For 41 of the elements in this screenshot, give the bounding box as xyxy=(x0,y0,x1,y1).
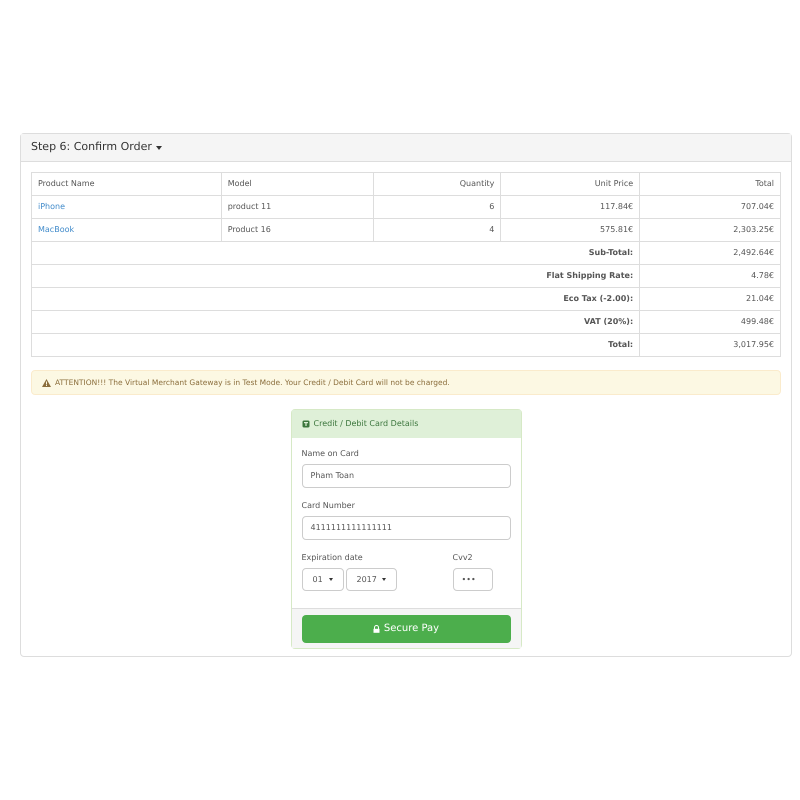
caret-icon xyxy=(156,146,162,150)
total-value: 499.48€ xyxy=(640,310,780,334)
column-header: Model xyxy=(221,172,373,196)
table-cell: Product 16 xyxy=(221,218,373,242)
field-label: Card Number xyxy=(302,500,356,512)
field-label: Name on Card xyxy=(302,448,360,460)
column-header: Unit Price xyxy=(500,172,640,196)
total-value: 2,492.64€ xyxy=(640,242,780,264)
total-value: 4.78€ xyxy=(640,264,780,288)
year-select[interactable]: 2017 xyxy=(346,568,396,591)
table-cell: 117.84€ xyxy=(500,196,640,218)
table-cell: 707.04€ xyxy=(640,196,780,218)
total-label: VAT (20%): xyxy=(32,310,640,334)
name-input[interactable]: Pham Toan xyxy=(302,464,510,488)
total-value: 3,017.95€ xyxy=(640,334,780,356)
field-label: Cvv2 xyxy=(452,552,474,564)
column-header: Product Name xyxy=(32,172,222,196)
total-label: Flat Shipping Rate: xyxy=(32,264,640,288)
card-panel-title: Credit / Debit Card Details xyxy=(314,418,418,430)
total-label: Eco Tax (-2.00): xyxy=(32,288,640,310)
total-value: 21.04€ xyxy=(640,288,780,310)
panel-title: Step 6: Confirm Order xyxy=(31,139,152,156)
column-header: Quantity xyxy=(373,172,501,196)
month-select[interactable]: 01 xyxy=(302,568,344,591)
product-link[interactable]: iPhone xyxy=(38,202,66,211)
column-header: Total xyxy=(640,172,780,196)
total-label: Total: xyxy=(32,334,640,356)
field-label: Expiration date xyxy=(302,552,364,564)
product-link[interactable]: MacBook xyxy=(38,225,74,234)
lock-icon xyxy=(372,624,380,632)
warning-icon xyxy=(42,378,51,386)
cvv-input[interactable]: ••• xyxy=(452,568,492,591)
table-cell: 6 xyxy=(373,196,501,218)
caret-icon xyxy=(328,578,332,581)
card-number-input[interactable]: 4111111111111111 xyxy=(302,516,510,540)
table-cell: 4 xyxy=(373,218,501,242)
caret-icon xyxy=(382,578,386,581)
table-cell: 2,303.25€ xyxy=(640,218,780,242)
table-cell: product 11 xyxy=(221,196,373,218)
total-label: Sub-Total: xyxy=(32,242,640,264)
table-cell: 575.81€ xyxy=(500,218,640,242)
